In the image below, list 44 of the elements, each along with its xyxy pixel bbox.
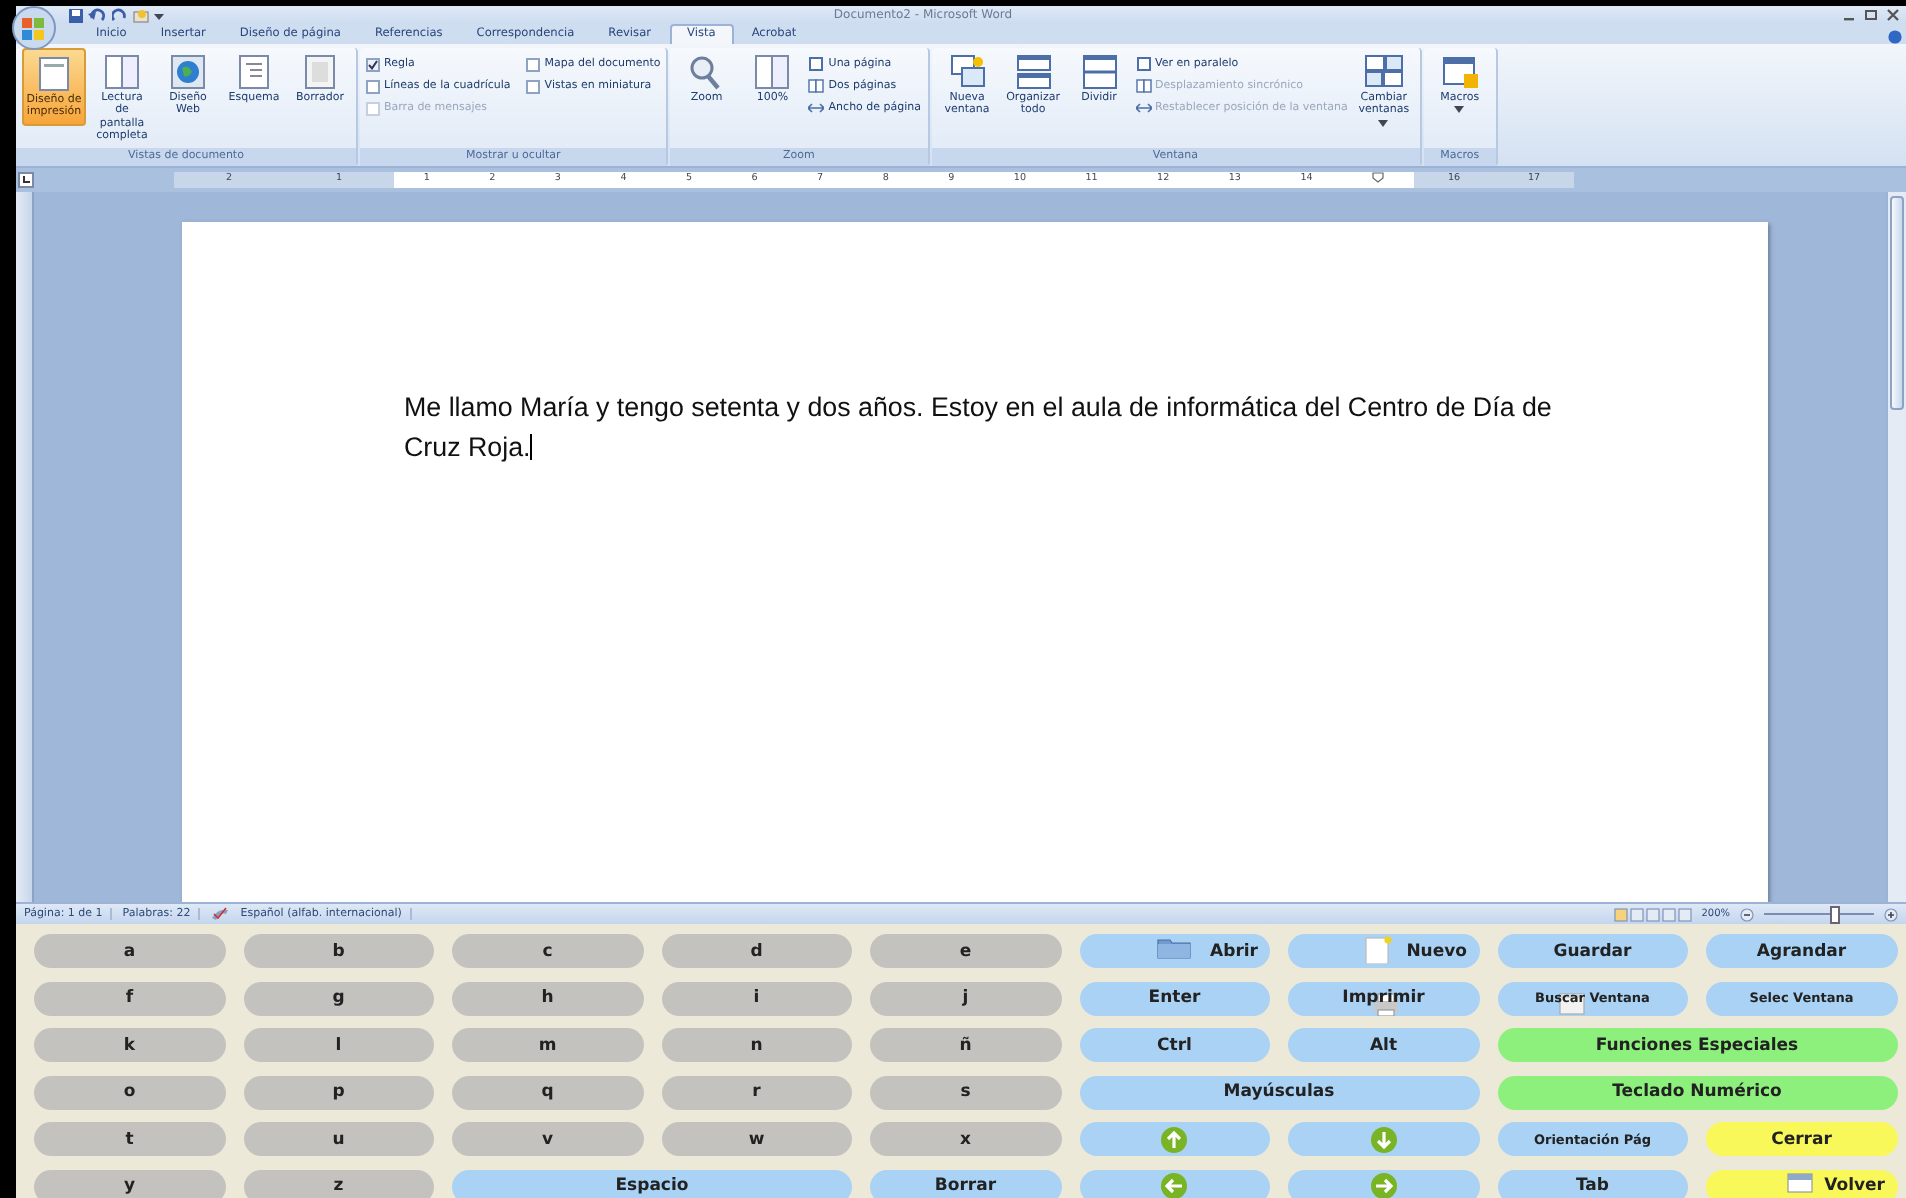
key-button[interactable]: n — [661, 1028, 852, 1062]
key-button[interactable]: p — [243, 1075, 434, 1109]
key-button[interactable]: j — [870, 981, 1061, 1015]
key-button[interactable]: Alt — [1288, 1028, 1479, 1062]
key-button[interactable]: Agrandar — [1706, 934, 1897, 968]
key-button[interactable]: b — [243, 934, 434, 968]
key-button[interactable]: i — [661, 981, 852, 1015]
key-button[interactable]: k — [34, 1028, 225, 1062]
key-button[interactable]: l — [243, 1028, 434, 1062]
key-button[interactable]: w — [661, 1122, 852, 1156]
key-button[interactable]: g — [243, 981, 434, 1015]
document-text: Me llamo María y tengo setenta y dos años. Estoy en el aula de informática del Centro de Día de Cruz Roja. — [404, 390, 1554, 466]
key-button[interactable]: r — [661, 1075, 852, 1109]
key-button[interactable]: Nuevo — [1288, 934, 1479, 968]
key-button[interactable]: d — [661, 934, 852, 968]
key-button[interactable]: o — [34, 1075, 225, 1109]
key-button[interactable]: c — [452, 934, 643, 968]
key-button[interactable]: Enter — [1079, 981, 1270, 1015]
key-button[interactable]: e — [870, 934, 1061, 968]
key-button[interactable]: q — [452, 1075, 643, 1109]
key-button[interactable]: h — [452, 981, 643, 1015]
key-button[interactable]: Guardar — [1497, 934, 1688, 968]
key-button[interactable]: Funciones Especiales — [1497, 1028, 1897, 1062]
key-button[interactable]: y — [34, 1169, 225, 1198]
key-button[interactable]: t — [34, 1122, 225, 1156]
key-button[interactable]: Borrar — [870, 1169, 1061, 1198]
key-button[interactable]: Teclado Numérico — [1497, 1075, 1897, 1109]
key-button[interactable]: v — [452, 1122, 643, 1156]
key-button[interactable]: x — [870, 1122, 1061, 1156]
key-button[interactable]: Abrir — [1079, 934, 1270, 968]
key-button[interactable]: Volver — [1706, 1169, 1897, 1198]
key-button[interactable]: Tab — [1497, 1169, 1688, 1198]
key-button[interactable]: s — [870, 1075, 1061, 1109]
key-button[interactable]: u — [243, 1122, 434, 1156]
key-button[interactable]: Ctrl — [1079, 1028, 1270, 1062]
key-button[interactable]: m — [452, 1028, 643, 1062]
key-button[interactable]: a — [34, 934, 225, 968]
key-button[interactable]: Imprimir — [1288, 981, 1479, 1015]
key-button[interactable]: Mayúsculas — [1079, 1075, 1479, 1109]
key-button[interactable]: z — [243, 1169, 434, 1198]
key-button[interactable]: f — [34, 981, 225, 1015]
key-button[interactable]: Espacio — [452, 1169, 852, 1198]
key-button[interactable]: Cerrar — [1706, 1122, 1897, 1156]
key-button[interactable]: ñ — [870, 1028, 1061, 1062]
